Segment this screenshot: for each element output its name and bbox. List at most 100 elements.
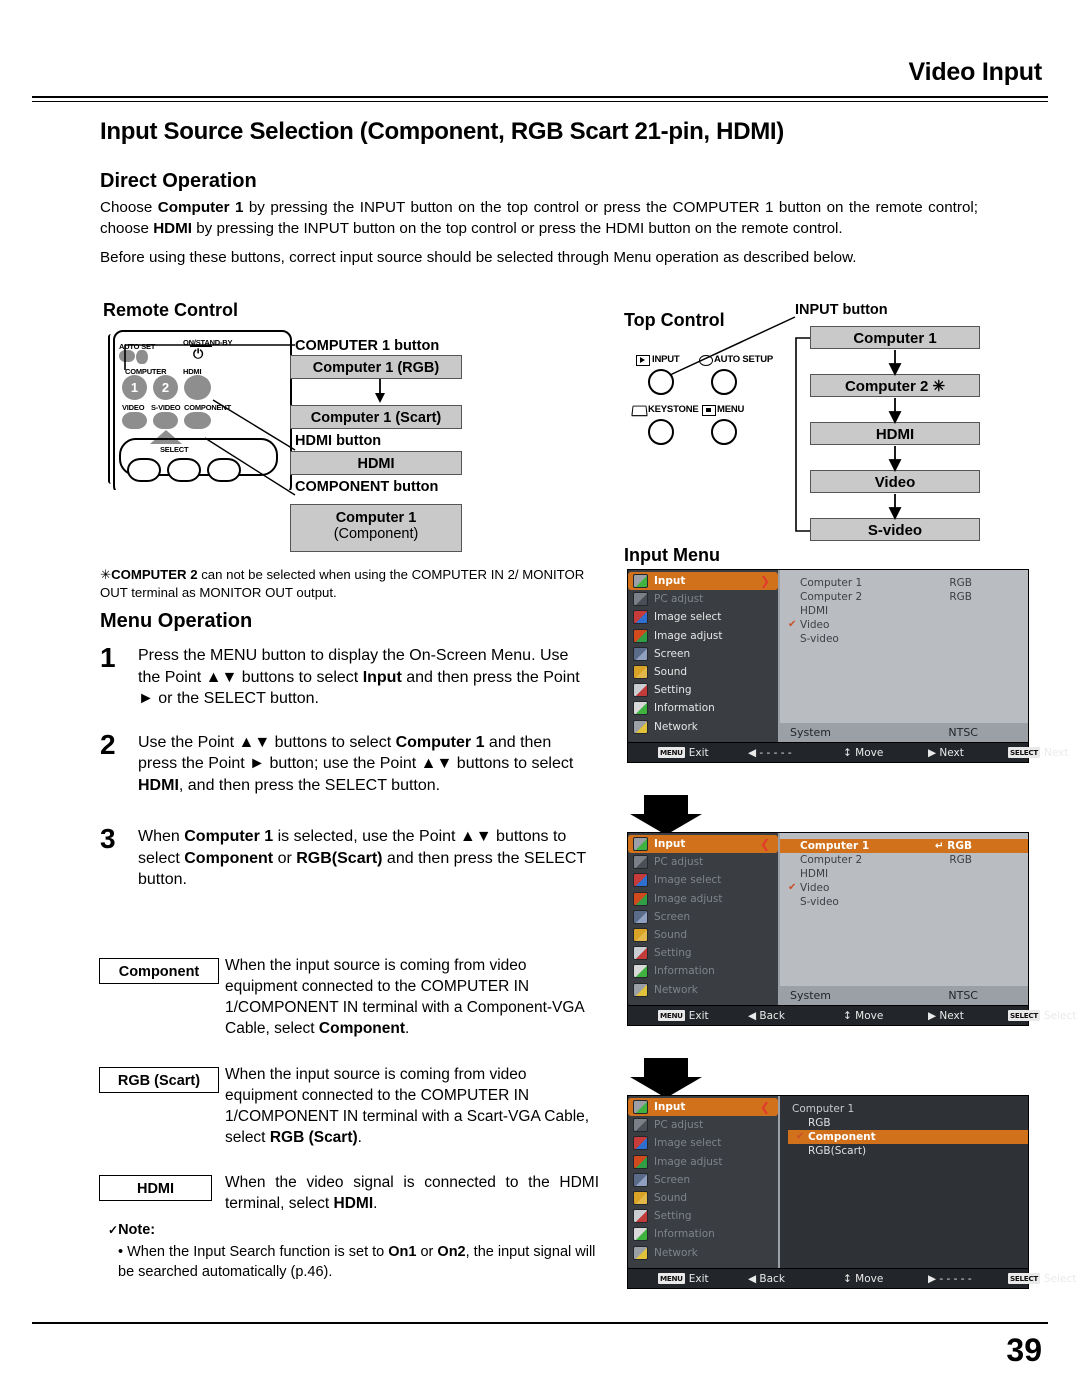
osd-sidebar-item-information[interactable]: Information	[628, 962, 778, 980]
box-hdmi: HDMI	[290, 451, 462, 475]
menu-key-icon: MENU	[658, 1010, 685, 1021]
osd-sidebar-item-image-select[interactable]: Image select	[628, 871, 778, 889]
osd-sidebar-item-network[interactable]: Network	[628, 981, 778, 999]
osd-sidebar-item-label: Sound	[654, 666, 688, 679]
osd-sidebar-item-sound[interactable]: Sound	[628, 926, 778, 944]
header-rule-top	[32, 96, 1048, 98]
osd-sidebar-item-screen[interactable]: Screen	[628, 1171, 778, 1189]
osd-sidebar-item-image-adjust[interactable]: Image adjust	[628, 627, 778, 645]
osd-sidebar[interactable]: Input ❮ PC adjust Image select Image adjust S…	[628, 1096, 780, 1268]
osd-item-video[interactable]: ✔ Video	[780, 881, 1028, 895]
osd-sidebar-item-sound[interactable]: Sound	[628, 1189, 778, 1207]
box-computer1-component-line1: Computer 1	[335, 510, 417, 526]
osd-sidebar-item-pc-adjust[interactable]: PC adjust	[628, 590, 778, 608]
osd-item-label: S-video	[800, 896, 839, 908]
information-icon	[633, 701, 648, 716]
osd-sidebar-item-screen[interactable]: Screen	[628, 908, 778, 926]
n0: When the Input Search function is set to	[127, 1244, 389, 1260]
osd-item-rgb-scart-[interactable]: RGB(Scart)	[788, 1144, 1028, 1158]
setting-icon	[633, 1209, 648, 1224]
definition-term-rgb-scart: RGB (Scart)	[99, 1067, 219, 1093]
osd-sidebar[interactable]: Input ❯ PC adjust Image select Image adjust S…	[628, 570, 780, 742]
osd-sidebar[interactable]: Input ❮ PC adjust Image select Image adjust S…	[628, 833, 780, 1005]
osd-item-value: RGB	[949, 854, 972, 866]
do-p1-a: Choose	[100, 199, 158, 216]
check-icon: ✓	[108, 1223, 119, 1237]
network-icon	[633, 982, 648, 997]
osd-content-panel[interactable]: Computer 1 RGB Computer 2 RGB HDMI ✔ Video S-vi…	[780, 570, 1028, 742]
osd-content-panel[interactable]: Computer 1 RGB ✔ Component RGB(Scart)	[780, 1096, 1028, 1268]
osd-sidebar-item-input[interactable]: Input ❮	[628, 835, 778, 854]
osd-sidebar-item-label: Setting	[654, 1210, 692, 1223]
n2: or	[416, 1244, 438, 1260]
osd-sidebar-item-information[interactable]: Information	[628, 699, 778, 717]
osd-sidebar-item-sound[interactable]: Sound	[628, 663, 778, 681]
flow-arrow-1	[630, 795, 702, 835]
cycle-arrows	[888, 350, 902, 521]
osd-item-video[interactable]: ✔ Video	[780, 618, 1028, 632]
s1p1: Input	[362, 668, 402, 686]
osd-sidebar-item-network[interactable]: Network	[628, 1244, 778, 1262]
osd-bar-cell-4: SELECT Select	[1008, 1273, 1076, 1285]
osd-sidebar-item-information[interactable]: Information	[628, 1225, 778, 1243]
header-rule-bottom	[32, 101, 1048, 102]
osd-bar-cell-0: MENU Exit	[658, 747, 709, 759]
osd-item-hdmi[interactable]: HDMI	[780, 604, 1028, 618]
osd-sidebar-item-input[interactable]: Input ❮	[628, 1098, 778, 1117]
chevron-right-icon[interactable]: ❯	[760, 574, 770, 588]
osd-sidebar-item-screen[interactable]: Screen	[628, 645, 778, 663]
osd-item-computer-1[interactable]: Computer 1 ↵ RGB	[780, 839, 1028, 853]
box-computer1-scart: Computer 1 (Scart)	[290, 405, 462, 429]
osd-sidebar-item-pc-adjust[interactable]: PC adjust	[628, 853, 778, 871]
osd-item-computer-1[interactable]: Computer 1 RGB	[780, 576, 1028, 590]
callout-computer1-button: COMPUTER 1 button	[295, 338, 440, 354]
chevron-left-icon[interactable]: ❮	[760, 1100, 770, 1114]
osd-item-value: RGB	[949, 591, 972, 603]
osd-screen-2[interactable]: Input ❮ PC adjust Image select Image adjust S…	[628, 833, 1076, 1025]
osd-sidebar-item-setting[interactable]: Setting	[628, 1207, 778, 1225]
s3p4: or	[273, 849, 297, 867]
osd-sidebar-item-network[interactable]: Network	[628, 718, 778, 736]
input-icon	[633, 1100, 648, 1115]
menu-key-icon: MENU	[658, 1273, 685, 1284]
pc-adjust-icon	[633, 855, 648, 870]
definition-text-hdmi: When the video signal is connected to th…	[225, 1172, 599, 1214]
osd-item-component[interactable]: ✔ Component	[788, 1130, 1028, 1144]
osd-system-row[interactable]: System NTSC	[780, 723, 1028, 742]
checkmark-icon: ✔	[788, 619, 797, 630]
osd-item-computer-2[interactable]: Computer 2 RGB	[780, 590, 1028, 604]
osd-item-rgb[interactable]: RGB	[788, 1116, 1028, 1130]
osd-system-row[interactable]: System NTSC	[780, 986, 1028, 1005]
osd-bar-label: ▶ Next	[928, 1009, 964, 1022]
osd-item-s-video[interactable]: S-video	[780, 895, 1028, 909]
osd-bar-cell-1: ◀ - - - - -	[748, 747, 792, 759]
flow-arrow-1-tip	[630, 814, 702, 835]
footnote-bold: COMPUTER 2	[111, 567, 198, 582]
osd-sidebar-item-label: Input	[654, 575, 686, 588]
osd-sidebar-item-image-adjust[interactable]: Image adjust	[628, 890, 778, 908]
osd-bar-label: ◀ Back	[748, 1272, 785, 1285]
osd-sidebar-item-pc-adjust[interactable]: PC adjust	[628, 1116, 778, 1134]
osd-sidebar-item-setting[interactable]: Setting	[628, 944, 778, 962]
osd-bar-cell-1: ◀ Back	[748, 1010, 785, 1022]
n3: On2	[437, 1244, 466, 1260]
osd-sidebar-item-setting[interactable]: Setting	[628, 681, 778, 699]
chevron-left-icon[interactable]: ❮	[760, 837, 770, 851]
osd-bottom-bar: MENU Exit ◀ Back ↕ Move ▶ - - - - - SELECT Sel…	[628, 1268, 1076, 1288]
osd-sidebar-item-label: Information	[654, 702, 715, 715]
step-3-text: When Computer 1 is selected, use the Poi…	[138, 826, 590, 891]
screen-icon	[633, 646, 648, 661]
sound-icon	[633, 1191, 648, 1206]
osd-screen-3[interactable]: Input ❮ PC adjust Image select Image adjust S…	[628, 1096, 1076, 1288]
osd-item-hdmi[interactable]: HDMI	[780, 867, 1028, 881]
definition-term-hdmi: HDMI	[99, 1175, 212, 1201]
osd-item-computer-2[interactable]: Computer 2 RGB	[780, 853, 1028, 867]
osd-sidebar-item-input[interactable]: Input ❯	[628, 572, 778, 591]
osd-sidebar-item-image-select[interactable]: Image select	[628, 608, 778, 626]
osd-item-s-video[interactable]: S-video	[780, 632, 1028, 646]
osd-screen-1[interactable]: Input ❯ PC adjust Image select Image adjust S…	[628, 570, 1068, 762]
select-key-icon: SELECT	[1008, 1010, 1040, 1021]
osd-content-panel[interactable]: Computer 1 ↵ RGB Computer 2 RGB HDMI ✔ Video S-…	[780, 833, 1028, 1005]
osd-sidebar-item-image-select[interactable]: Image select	[628, 1134, 778, 1152]
osd-sidebar-item-image-adjust[interactable]: Image adjust	[628, 1153, 778, 1171]
